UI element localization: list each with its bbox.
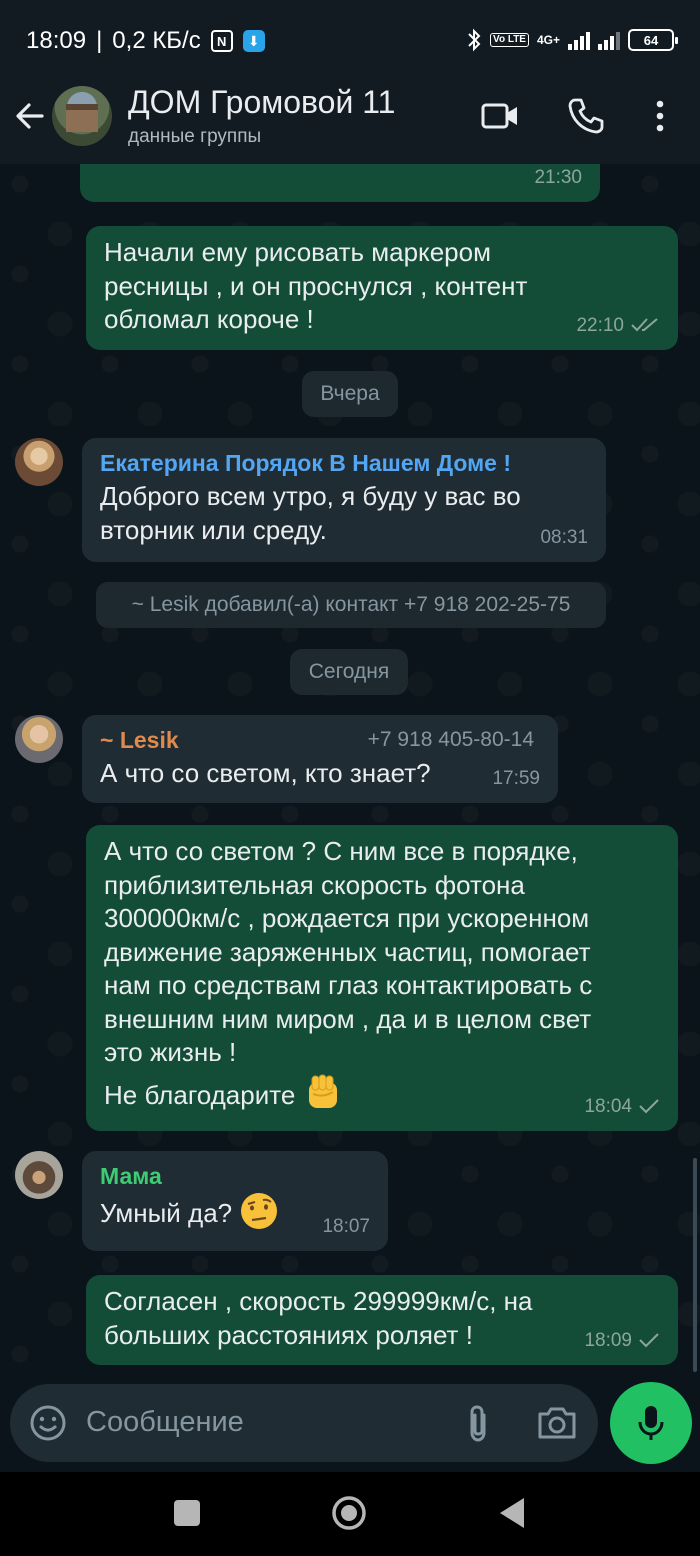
message-bubble-incoming[interactable]: Екатерина Порядок В Нашем Доме ! Доброго… — [82, 438, 606, 562]
microphone-icon — [638, 1406, 664, 1440]
double-check-icon — [631, 318, 658, 332]
battery-icon: 64 — [628, 29, 678, 51]
home-button[interactable] — [330, 1494, 368, 1532]
message-text-line: Доброго всем утро, я буду у вас во — [100, 481, 521, 511]
back-arrow-icon[interactable] — [12, 98, 48, 134]
group-subtitle[interactable]: данные группы — [128, 126, 261, 148]
system-nav-bar — [0, 1472, 700, 1556]
message-text: А что со светом, кто знает? — [100, 758, 431, 788]
sender-name[interactable]: Екатерина Порядок В Нашем Доме ! — [100, 448, 588, 478]
status-bar: 18:09 | 0,2 КБ/с N ⬇ Vo LTE 4G+ 64 — [0, 0, 700, 82]
message-text-line: внешним ним миром , да и в целом свет — [104, 1003, 592, 1034]
recent-apps-button[interactable] — [174, 1500, 200, 1526]
avatar[interactable] — [15, 1151, 63, 1199]
message-bubble-incoming[interactable]: ~ Lesik +7 918 405-80-14 А что со светом… — [82, 715, 558, 803]
video-call-icon[interactable] — [480, 96, 520, 136]
message-time: 18:07 — [322, 1215, 370, 1237]
message-text-line: 300000км/с , рождается при ускоренном — [104, 903, 590, 933]
camera-icon[interactable] — [536, 1404, 578, 1442]
message-bubble-incoming[interactable]: Мама Умный да? 18:07 — [82, 1151, 388, 1251]
message-time: 18:09 — [584, 1329, 632, 1351]
signal-icon-2 — [598, 30, 620, 50]
message-bubble-outgoing[interactable]: А что со светом ? С ним все в порядке, п… — [86, 825, 678, 1131]
date-separator: Вчера — [302, 371, 398, 417]
download-icon: ⬇ — [242, 30, 265, 52]
bluetooth-icon — [468, 28, 481, 52]
message-time: 08:31 — [540, 526, 588, 548]
message-time: 17:59 — [492, 767, 540, 789]
message-bubble-outgoing[interactable]: 21:30 — [80, 164, 600, 202]
back-button[interactable] — [498, 1496, 528, 1530]
message-text-line: А что со светом ? С ним все в порядке, — [104, 836, 578, 866]
message-text-line: больших расстояниях роляет ! — [104, 1319, 473, 1350]
network-speed: 0,2 КБ/с — [112, 27, 201, 54]
message-time: 22:10 — [576, 314, 624, 336]
sender-name[interactable]: ~ Lesik — [100, 725, 179, 755]
status-time: 18:09 — [26, 27, 87, 54]
message-text-line: нам по средствам глаз контактировать с — [104, 970, 593, 1000]
emoji-icon[interactable] — [28, 1403, 68, 1443]
message-text-line: движение заряженных частиц, помогает — [104, 936, 591, 967]
avatar[interactable] — [15, 715, 63, 763]
message-text-line: ресницы , и он проснулся , контент — [104, 270, 528, 301]
message-bubble-outgoing[interactable]: Начали ему рисовать маркером ресницы , и… — [86, 226, 678, 350]
chat-area[interactable]: 21:30 Начали ему рисовать маркером ресни… — [0, 164, 700, 1384]
group-title[interactable]: ДОМ Громовой 11 — [128, 84, 395, 121]
message-composer[interactable]: Сообщение — [10, 1384, 598, 1462]
message-bubble-outgoing[interactable]: Согласен , скорость 299999км/с, на больш… — [86, 1275, 678, 1365]
date-separator: Сегодня — [290, 649, 408, 695]
nfc-icon: N — [210, 30, 233, 52]
message-text-line: Начали ему рисовать маркером — [104, 237, 491, 267]
message-text-line: вторник или среду. — [100, 514, 327, 545]
message-text-line: это жизнь ! — [104, 1037, 237, 1067]
message-text-line: Согласен , скорость 299999км/с, на — [104, 1286, 533, 1316]
sender-name[interactable]: Мама — [100, 1161, 370, 1191]
signal-icon — [568, 30, 590, 50]
raised-eyebrow-emoji-icon — [241, 1193, 278, 1229]
message-time: 18:04 — [584, 1095, 632, 1117]
attach-icon[interactable] — [462, 1403, 494, 1445]
message-text-line: Не благодарите — [104, 1079, 296, 1110]
message-text-line: приблизительная скорость фотона — [104, 869, 525, 900]
raised-fist-emoji-icon — [308, 1074, 337, 1108]
more-options-icon[interactable] — [640, 96, 680, 136]
network-type: 4G+ — [536, 33, 560, 47]
single-check-icon — [639, 1099, 659, 1114]
message-text: Умный да? — [100, 1197, 233, 1228]
message-time: 21:30 — [534, 166, 582, 188]
message-input[interactable]: Сообщение — [86, 1406, 244, 1439]
single-check-icon — [639, 1333, 659, 1348]
scrollbar[interactable] — [693, 1158, 697, 1372]
avatar[interactable] — [15, 438, 63, 486]
sender-phone[interactable]: +7 918 405-80-14 — [368, 725, 534, 755]
chat-header: ДОМ Громовой 11 данные группы — [0, 82, 700, 164]
system-message: ~ Lesik добавил(-а) контакт +7 918 202-2… — [96, 582, 606, 628]
voice-message-button[interactable] — [610, 1382, 692, 1464]
volte-icon: Vo LTE — [490, 33, 529, 47]
group-avatar[interactable] — [52, 86, 112, 146]
phone-call-icon[interactable] — [566, 96, 606, 136]
